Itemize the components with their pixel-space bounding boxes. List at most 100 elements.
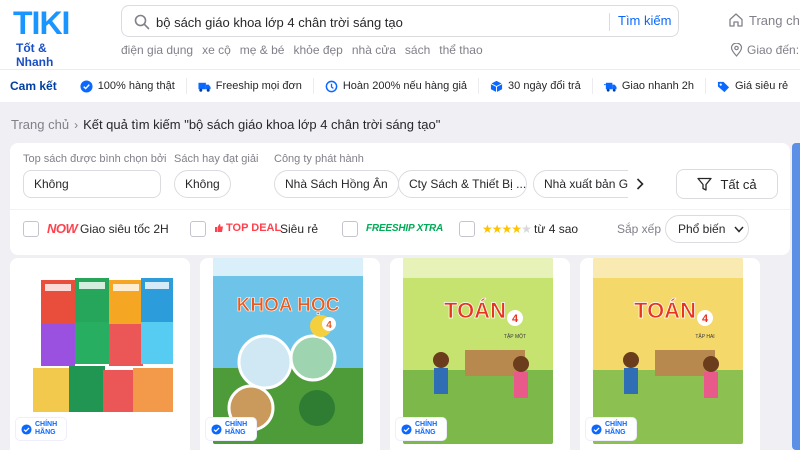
official-badge: CHÍNH HÃNG: [396, 418, 446, 440]
quick-link[interactable]: nhà cửa: [352, 43, 396, 57]
breadcrumb: Trang chủ › Kết quả tìm kiếm "bộ sách gi…: [11, 117, 440, 132]
official-badge: CHÍNH HÃNG: [206, 418, 256, 440]
official-badge-label: CHÍNH HÃNG: [225, 421, 248, 436]
product-card[interactable]: KHOA HỌC 4 CHÍNH HÃNG: [200, 258, 380, 450]
award-value: Không: [185, 177, 220, 191]
fast-truck-icon: [603, 82, 617, 92]
sort-select[interactable]: Phổ biến: [665, 215, 749, 243]
sort-label: Sắp xếp: [617, 222, 662, 236]
side-promo-bar[interactable]: [792, 143, 800, 450]
star-icon: ★: [511, 222, 522, 236]
rating-checkbox[interactable]: [459, 221, 475, 237]
home-icon: [729, 13, 743, 27]
verified-icon: [21, 423, 32, 435]
quick-link[interactable]: xe cộ: [202, 43, 231, 57]
product-card[interactable]: TOÁN 4 TẬP MỘT CHÍNH HÃNG: [390, 258, 570, 450]
star-icon: ★: [501, 222, 513, 236]
thumbs-up-icon: [215, 224, 223, 232]
top-books-value: Không: [34, 177, 69, 191]
book-cover-science: KHOA HỌC 4: [213, 258, 363, 444]
rating-stars: ★★★★★: [482, 222, 532, 236]
svg-text:4: 4: [512, 313, 519, 325]
quick-link[interactable]: mẹ & bé: [240, 43, 285, 57]
verified-icon: [591, 423, 602, 435]
filter-icon: [697, 177, 713, 191]
home-link[interactable]: Trang chủ: [728, 12, 800, 28]
commitment-item: Giao nhanh 2h: [591, 78, 705, 94]
commitment-label: 100% hàng thật: [97, 80, 175, 92]
quick-link[interactable]: thể thao: [439, 43, 482, 57]
chevron-right-icon[interactable]: [628, 170, 652, 198]
topdeal-checkbox[interactable]: [190, 221, 206, 237]
publisher-chip-label: Cty Sách & Thiết Bị ...: [409, 177, 527, 191]
price-tag-icon: [717, 81, 730, 92]
official-badge: CHÍNH HÃNG: [16, 418, 66, 440]
publisher-chip[interactable]: Nhà Sách Hồng Ân: [274, 170, 399, 198]
topdeal-option-label: Siêu rẻ: [280, 222, 319, 236]
commitment-label: Giá siêu rẻ: [734, 80, 789, 92]
filter-panel: Top sách được bình chọn bởi Không Sách h…: [10, 143, 790, 255]
refund-icon: [325, 80, 338, 92]
topdeal-badge-label: TOP DEAL: [226, 222, 282, 234]
search-icon: [134, 14, 150, 30]
product-image: TOÁN 4 TẬP HAI: [593, 258, 743, 444]
product-card[interactable]: TOÁN 4 TẬP HAI CHÍNH HÃNG: [580, 258, 760, 450]
verified-icon: [401, 423, 412, 435]
commitment-label: Hoàn 200% nếu hàng giả: [342, 80, 468, 92]
product-image: [23, 258, 173, 444]
quick-links: điện gia dụng xe cộ mẹ & bé khỏe đẹp nhà…: [121, 43, 483, 57]
star-icon: ★: [482, 222, 493, 236]
now-checkbox[interactable]: [23, 221, 39, 237]
svg-text:4: 4: [326, 320, 332, 331]
topdeal-badge: TOP DEAL: [214, 222, 281, 234]
header: TIKI Tốt & Nhanh Tìm kiếm điện gia dụng …: [0, 0, 800, 69]
product-image: KHOA HỌC 4: [213, 258, 363, 444]
award-label: Sách hay đạt giải: [174, 153, 259, 165]
book-set-image: [23, 258, 173, 444]
star-icon: ★: [491, 222, 503, 236]
product-card[interactable]: CHÍNH HÃNG: [10, 258, 190, 450]
svg-text:TOÁN: TOÁN: [634, 298, 696, 323]
product-image: TOÁN 4 TẬP MỘT: [403, 258, 553, 444]
svg-text:TẬP MỘT: TẬP MỘT: [504, 333, 526, 340]
search-button[interactable]: Tìm kiếm: [618, 13, 671, 28]
all-filters-button[interactable]: Tất cả: [676, 169, 778, 199]
svg-text:KHOA HỌC: KHOA HỌC: [237, 295, 340, 316]
now-option-label: Giao siêu tốc 2H: [80, 222, 169, 236]
deliver-label: Giao đến:: [747, 43, 800, 57]
publisher-chip[interactable]: Cty Sách & Thiết Bị ...: [398, 170, 527, 198]
commitment-item: 100% hàng thật: [69, 78, 186, 94]
quick-link[interactable]: điện gia dụng: [121, 43, 193, 57]
svg-text:TIKI: TIKI: [13, 5, 69, 39]
breadcrumb-home[interactable]: Trang chủ: [11, 117, 69, 132]
search-input[interactable]: [156, 11, 616, 33]
commitment-label: Freeship mọi đơn: [215, 80, 302, 92]
verified-icon: [211, 423, 222, 435]
quick-link[interactable]: khỏe đẹp: [293, 43, 342, 57]
tiki-logo[interactable]: TIKI Tốt & Nhanh: [13, 5, 87, 69]
publisher-chip-label: Nhà Sách Hồng Ân: [285, 177, 388, 191]
location-pin-icon: [730, 43, 743, 57]
publisher-label: Công ty phát hành: [274, 153, 364, 165]
quick-link[interactable]: sách: [405, 43, 430, 57]
award-select[interactable]: Không: [174, 170, 231, 198]
delivery-location[interactable]: Giao đến:: [730, 43, 799, 57]
home-label: Trang chủ: [749, 12, 800, 28]
commitment-item: Freeship mọi đơn: [185, 78, 313, 94]
rating-option-label: từ 4 sao: [534, 222, 579, 236]
svg-text:TẬP HAI: TẬP HAI: [695, 333, 714, 340]
freeship-checkbox[interactable]: [342, 221, 358, 237]
chevron-down-icon: [734, 226, 744, 233]
svg-text:TOÁN: TOÁN: [444, 298, 506, 323]
book-cover-math-2: TOÁN 4 TẬP HAI: [593, 258, 743, 444]
search-divider: [609, 13, 610, 31]
commitment-item: Giá siêu rẻ: [704, 78, 799, 94]
official-badge-label: CHÍNH HÃNG: [415, 421, 438, 436]
freeship-badge: FREESHIP XTRA: [366, 223, 444, 234]
top-books-select[interactable]: Không: [23, 170, 161, 198]
svg-text:4: 4: [702, 313, 709, 325]
commitment-label: 30 ngày đổi trả: [508, 80, 581, 92]
top-books-label: Top sách được bình chọn bởi: [23, 153, 167, 165]
tiki-logo-mark: TIKI: [13, 5, 70, 39]
check-badge-icon: [80, 79, 93, 93]
